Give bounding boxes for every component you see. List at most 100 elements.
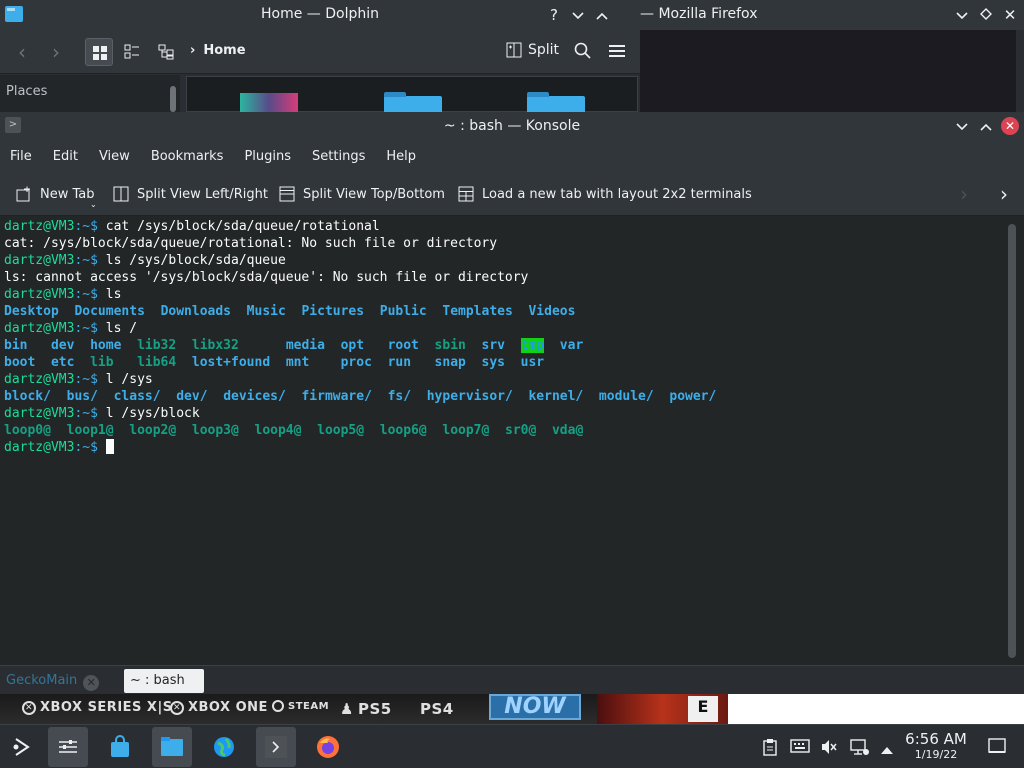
toolbar-overflow-icon[interactable]: ›	[1000, 182, 1008, 206]
firefox-icon	[317, 736, 339, 758]
dir-entry: Music	[246, 304, 286, 319]
system-settings-task[interactable]	[48, 727, 88, 767]
tab-label: GeckoMain	[6, 673, 78, 688]
breadcrumb[interactable]: › Home	[190, 43, 246, 58]
terminal-line: dartz@VM3:~$ ls /	[4, 320, 1020, 337]
dir-entry: fs/	[387, 389, 412, 404]
firefox-window-title: — Mozilla Firefox	[640, 6, 758, 22]
menu-file[interactable]: File	[10, 149, 32, 164]
split-icon	[506, 42, 522, 58]
konsole-maximize-icon[interactable]	[976, 116, 996, 136]
steamdeck-launcher-icon	[13, 738, 30, 756]
tab-close-icon[interactable]: ✕	[83, 675, 100, 691]
places-scrollbar[interactable]	[170, 86, 176, 112]
shopping-bag-icon	[111, 735, 129, 757]
search-icon[interactable]	[574, 42, 592, 64]
toolbar-scroll-left-icon[interactable]: ›	[960, 182, 968, 206]
terminal-line: ls: cannot access '/sys/block/sda/queue'…	[4, 270, 529, 285]
menu-settings[interactable]: Settings	[312, 149, 365, 164]
prompt-user: dartz@VM3	[4, 372, 75, 387]
tab-geckomain[interactable]: GeckoMain ✕	[0, 669, 118, 693]
dolphin-titlebar[interactable]: Home — Dolphin ? ✕	[0, 0, 640, 30]
icons-view-button[interactable]	[85, 38, 113, 66]
network-globe-task[interactable]	[204, 727, 244, 767]
volume-muted-icon[interactable]	[820, 738, 838, 760]
clock[interactable]: 6:56 AM 1/19/22	[900, 730, 972, 762]
forward-icon[interactable]: ›	[52, 40, 60, 64]
clipboard-icon[interactable]	[762, 738, 778, 760]
split-top-bottom-button[interactable]: Split View Top/Bottom	[279, 186, 445, 202]
ls-home-output: Desktop Documents Downloads Music Pictur…	[4, 303, 1020, 320]
menu-bookmarks[interactable]: Bookmarks	[151, 149, 224, 164]
prompt-path: :~$	[74, 253, 98, 268]
details-view-button[interactable]	[152, 38, 180, 66]
ps4-logo: PS4	[420, 700, 454, 718]
prompt-path: :~$	[74, 321, 98, 336]
konsole-task[interactable]	[256, 727, 296, 767]
network-wired-icon[interactable]	[850, 738, 870, 760]
link-entry: libx32	[191, 338, 239, 353]
steam-logo-icon	[272, 700, 284, 712]
xbox-series-logo: ✕ XBOX SERIES X|S	[22, 700, 173, 715]
back-icon[interactable]: ‹	[18, 40, 26, 64]
new-tab-icon	[16, 186, 30, 202]
terminal-line: dartz@VM3:~$ cat /sys/block/sda/queue/ro…	[4, 218, 1020, 235]
maximize-icon[interactable]	[592, 5, 612, 25]
compact-list-icon	[124, 44, 139, 59]
link-entry: vda@	[551, 423, 584, 438]
prompt-user: dartz@VM3	[4, 287, 75, 302]
compact-view-button[interactable]	[118, 38, 146, 66]
firefox-close-icon[interactable]: ✕	[1000, 5, 1020, 25]
keyboard-icon[interactable]	[790, 738, 810, 758]
layout-2x2-button[interactable]: Load a new tab with layout 2x2 terminals	[458, 186, 752, 202]
layout-grid-icon	[458, 186, 474, 202]
menu-help[interactable]: Help	[386, 149, 416, 164]
command: ls	[97, 287, 122, 302]
firefox-titlebar[interactable]: — Mozilla Firefox ✕	[612, 0, 1024, 30]
layout-2x2-label: Load a new tab with layout 2x2 terminals	[482, 186, 752, 202]
split-top-bottom-label: Split View Top/Bottom	[303, 186, 445, 202]
prompt-path: :~$	[74, 372, 98, 387]
new-tab-button[interactable]: New Tab	[16, 186, 95, 202]
xbox-one-text: XBOX ONE	[188, 700, 268, 715]
discover-task[interactable]	[100, 727, 140, 767]
dir-entry: module/	[598, 389, 654, 404]
konsole-minimize-icon[interactable]	[952, 116, 972, 136]
dir-entry: usr	[520, 355, 545, 370]
ls-root-output-row: bin dev home lib32 libx32 media opt root…	[4, 337, 1020, 354]
dir-entry: mnt	[285, 355, 310, 370]
help-icon[interactable]: ?	[544, 5, 564, 25]
new-tab-dropdown-icon[interactable]: ⌄	[90, 200, 97, 209]
konsole-close-icon[interactable]: ✕	[1001, 117, 1019, 135]
terminal-line: dartz@VM3:~$	[4, 439, 1020, 456]
firefox-task[interactable]	[308, 727, 348, 767]
split-horizontal-icon	[113, 186, 129, 202]
hamburger-menu-icon[interactable]	[608, 43, 626, 63]
ls-root-output-row: boot etc lib lib64 lost+found mnt proc r…	[4, 354, 1020, 371]
menu-view[interactable]: View	[99, 149, 130, 164]
minimize-icon[interactable]	[568, 5, 588, 25]
breadcrumb-home[interactable]: Home	[203, 43, 245, 58]
link-entry: loop1@	[66, 423, 114, 438]
show-desktop-icon[interactable]	[988, 737, 1006, 759]
firefox-content	[640, 30, 1024, 112]
image-thumbnail[interactable]	[240, 93, 298, 112]
split-button[interactable]: Split	[506, 42, 559, 58]
dir-entry: kernel/	[528, 389, 584, 404]
xbox-logo-icon: ✕	[170, 700, 184, 715]
tray-expand-icon[interactable]	[880, 740, 894, 759]
menu-edit[interactable]: Edit	[53, 149, 78, 164]
konsole-titlebar[interactable]: > ~ : bash — Konsole ✕	[0, 112, 1024, 140]
app-launcher-button[interactable]	[2, 727, 42, 767]
menu-plugins[interactable]: Plugins	[244, 149, 291, 164]
firefox-minimize-icon[interactable]	[952, 5, 972, 25]
terminal-scrollbar[interactable]	[1008, 224, 1016, 658]
split-left-right-button[interactable]: Split View Left/Right	[113, 186, 268, 202]
terminal-line: dartz@VM3:~$ l /sys/block	[4, 405, 1020, 422]
tab-bash[interactable]: ~ : bash ✕	[124, 669, 204, 715]
split-left-right-label: Split View Left/Right	[137, 186, 269, 202]
dir-entry: Desktop	[4, 304, 59, 319]
terminal-output[interactable]: dartz@VM3:~$ cat /sys/block/sda/queue/ro…	[0, 216, 1024, 665]
dolphin-task[interactable]	[152, 727, 192, 767]
firefox-keep-above-icon[interactable]	[976, 5, 996, 25]
